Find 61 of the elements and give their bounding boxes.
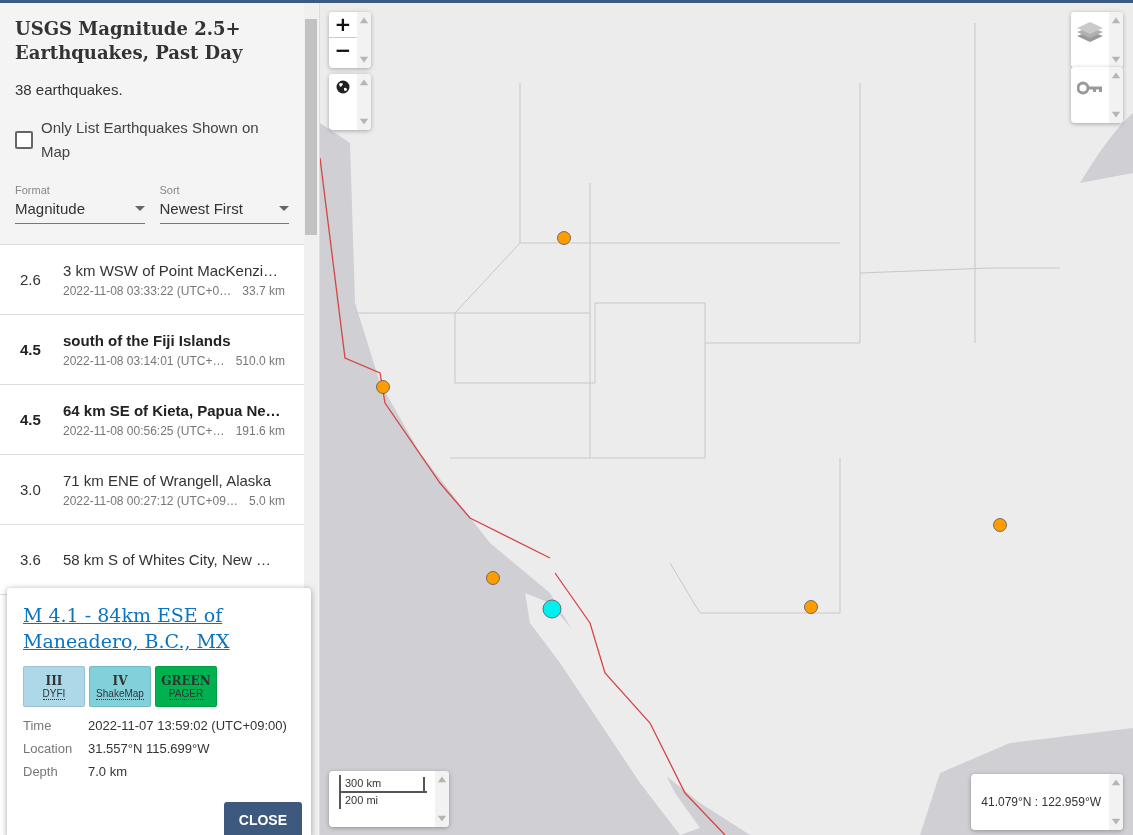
impact-badge[interactable]: IV ShakeMap <box>89 666 151 707</box>
checkbox[interactable] <box>15 131 33 149</box>
earthquake-title: 58 km S of Whites City, New … <box>63 551 273 568</box>
earthquake-time: 2022-11-08 00:27:12 (UTC+09… <box>63 493 238 508</box>
impact-badge[interactable]: GREEN PAGER <box>155 666 217 707</box>
earthquake-depth: 510.0 km <box>235 353 285 368</box>
select-field[interactable]: Newest First <box>159 196 289 224</box>
earthquake-time: 2022-11-08 03:33:22 (UTC+0… <box>63 283 232 298</box>
close-button[interactable]: CLOSE <box>223 802 302 835</box>
key-icon <box>1077 81 1103 95</box>
spinner-arrows-icon[interactable] <box>1109 12 1123 68</box>
select-field[interactable]: Magnitude <box>15 196 145 224</box>
earthquake-marker[interactable] <box>993 518 1007 532</box>
detail-value: 2022-11-07 13:59:02 (UTC+09:00) <box>88 717 288 735</box>
magnitude: 3.0 <box>20 481 42 498</box>
earthquake-depth: 5.0 km <box>249 493 285 508</box>
impact-badge[interactable]: III DYFI <box>23 666 85 707</box>
earthquake-title: south of the Fiji Islands <box>63 331 232 349</box>
detail-label: Location <box>23 740 74 758</box>
earthquake-count: 38 earthquakes. <box>15 81 124 98</box>
caret-icon <box>279 206 289 211</box>
magnitude: 4.5 <box>20 411 42 428</box>
caret-icon <box>134 206 145 211</box>
earthquake-marker[interactable] <box>557 231 571 245</box>
zoom-button[interactable]: + <box>329 12 357 37</box>
globe-button[interactable] <box>329 74 357 100</box>
spinner-arrows-icon[interactable] <box>357 12 371 68</box>
earthquake-title: 71 km ENE of Wrangell, Alaska <box>63 471 273 489</box>
detail-value: 7.0 km <box>88 763 128 781</box>
sidebar-title: USGS Magnitude 2.5+ Earthquakes, Past Day <box>15 17 244 65</box>
earthquake-marker[interactable] <box>486 571 500 585</box>
zoom-button[interactable]: − <box>329 37 357 62</box>
checkbox-label[interactable]: Only List Earthquakes Shown on Map <box>41 116 289 164</box>
earthquake-depth: 191.6 km <box>235 423 285 438</box>
earthquake-time: 2022-11-08 03:14:01 (UTC+… <box>63 353 225 368</box>
select-label: Format <box>15 184 51 196</box>
earthquake-link[interactable]: M 4.1 - 84km ESE of Maneadero, B.C., MX <box>23 602 302 654</box>
layers-button[interactable] <box>1071 12 1109 54</box>
detail-label: Depth <box>23 763 59 781</box>
earthquake-title: 3 km WSW of Point MacKenzi… <box>63 261 280 279</box>
scale-label: 200 mi <box>345 794 379 806</box>
detail-label: Time <box>23 717 53 735</box>
spinner-arrows-icon[interactable] <box>435 771 449 827</box>
earthquake-depth: 33.7 km <box>242 283 285 298</box>
cursor-coordinates: 41.079°N : 122.959°W <box>980 794 1102 811</box>
scale-label: 300 km <box>345 777 382 789</box>
layers-icon <box>1076 21 1104 45</box>
spinner-arrows-icon[interactable] <box>1109 774 1123 830</box>
legend-button[interactable] <box>1071 67 1109 109</box>
magnitude: 2.6 <box>20 271 42 288</box>
earthquake-time: 2022-11-08 00:56:25 (UTC+… <box>63 423 225 438</box>
magnitude: 3.6 <box>20 551 42 568</box>
select-label: Sort <box>159 184 181 196</box>
detail-value: 31.557°N 115.699°W <box>88 740 211 758</box>
earthquake-marker[interactable] <box>804 600 818 614</box>
selected-earthquake-marker[interactable] <box>542 599 562 619</box>
earthquake-title: 64 km SE of Kieta, Papua Ne… <box>63 401 282 419</box>
magnitude: 4.5 <box>20 341 42 358</box>
spinner-arrows-icon[interactable] <box>1109 67 1123 123</box>
earthquake-marker[interactable] <box>376 380 390 394</box>
globe-icon <box>336 80 350 94</box>
